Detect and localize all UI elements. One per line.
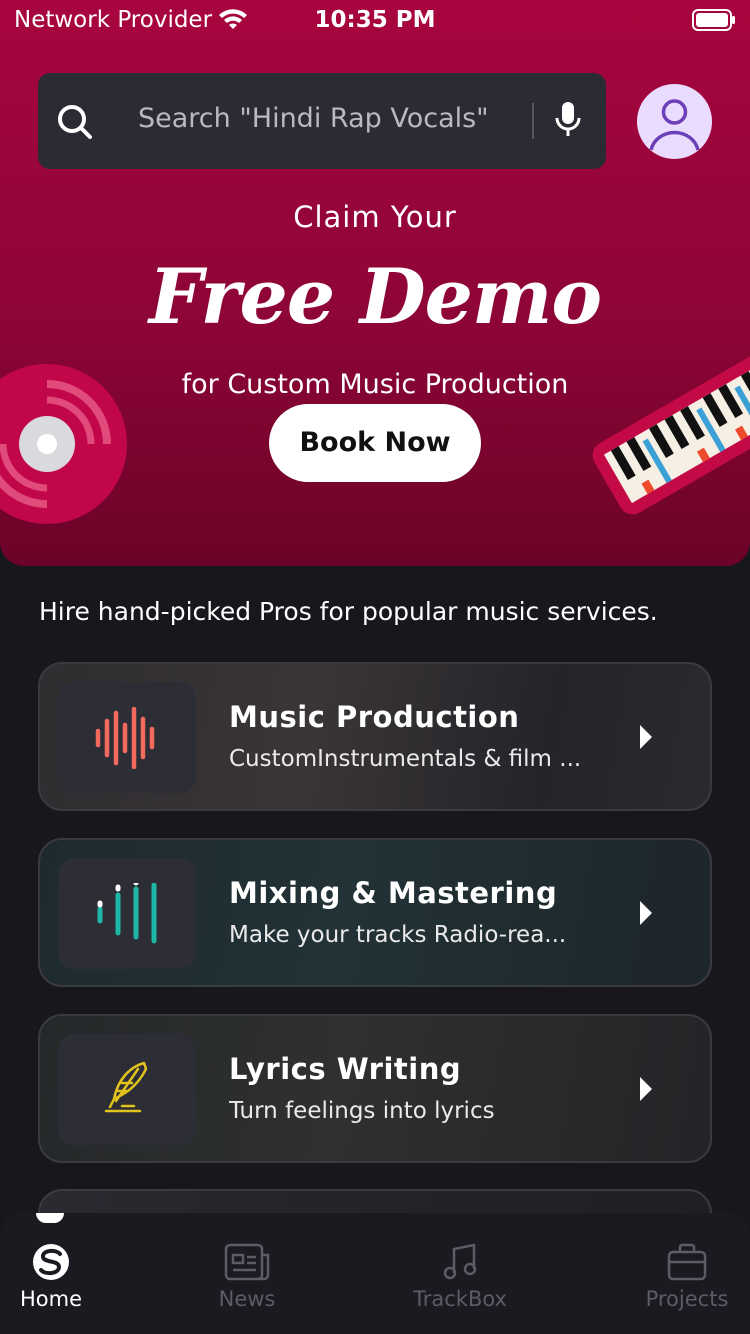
keyboard-piano-icon [585, 338, 750, 552]
briefcase-icon [667, 1243, 707, 1281]
service-icon-box [58, 1034, 196, 1145]
tab-label: News [218, 1287, 276, 1311]
hero-headline: Free Demo [148, 252, 602, 341]
tab-label: TrackBox [413, 1287, 507, 1311]
tab-label: Home [19, 1287, 82, 1311]
quill-icon [104, 1061, 148, 1113]
search-divider [532, 103, 534, 139]
service-subtitle: Make your tracks Radio-rea... [229, 922, 567, 948]
services-heading: Hire hand-picked Pros for popular music … [39, 597, 658, 626]
service-title: Music Production [229, 700, 520, 734]
battery-icon [692, 9, 736, 35]
tab-trackbox[interactable]: TrackBox [400, 1243, 520, 1311]
search-input[interactable]: Search "Hindi Rap Vocals" [138, 103, 518, 134]
avatar[interactable] [637, 84, 712, 159]
book-now-button[interactable]: Book Now [269, 404, 481, 482]
service-card-mixing-mastering[interactable]: Mixing & Mastering Make your tracks Radi… [38, 838, 712, 987]
microphone-icon[interactable] [554, 100, 582, 144]
search-bar[interactable]: Search "Hindi Rap Vocals" [38, 73, 606, 169]
tab-home[interactable]: Home [0, 1243, 102, 1311]
search-icon [56, 103, 94, 145]
tab-projects[interactable]: Projects [636, 1243, 738, 1311]
service-subtitle: Turn feelings into lyrics [229, 1098, 495, 1124]
service-title: Mixing & Mastering [229, 876, 558, 910]
service-card-music-production[interactable]: Music Production CustomInstrumentals & f… [38, 662, 712, 811]
home-logo-icon [33, 1244, 69, 1280]
service-card-lyrics-writing[interactable]: Lyrics Writing Turn feelings into lyrics [38, 1014, 712, 1163]
news-icon [224, 1243, 270, 1281]
service-icon-box [58, 682, 196, 793]
hero-claim: Claim Your [293, 200, 457, 234]
tab-news[interactable]: News [196, 1243, 298, 1311]
vinyl-record-icon [0, 362, 130, 531]
user-icon [649, 99, 700, 151]
hero-banner: Network Provider 10:35 PM Search "Hindi … [0, 0, 750, 566]
service-title: Lyrics Writing [229, 1052, 462, 1086]
chevron-right-icon [638, 1076, 654, 1106]
status-bar: Network Provider 10:35 PM [0, 0, 750, 42]
status-time: 10:35 PM [314, 7, 436, 33]
bottom-tab-bar: Home News TrackBox Projects [0, 1213, 750, 1334]
music-note-icon [443, 1243, 477, 1280]
waveform-icon [95, 707, 155, 769]
service-icon-box [58, 858, 196, 969]
equalizer-icon [97, 883, 157, 944]
chevron-right-icon [638, 900, 654, 930]
service-subtitle: CustomInstrumentals & film ... [229, 746, 582, 772]
active-tab-indicator [36, 1213, 64, 1223]
tab-label: Projects [645, 1287, 729, 1311]
chevron-right-icon [638, 724, 654, 754]
